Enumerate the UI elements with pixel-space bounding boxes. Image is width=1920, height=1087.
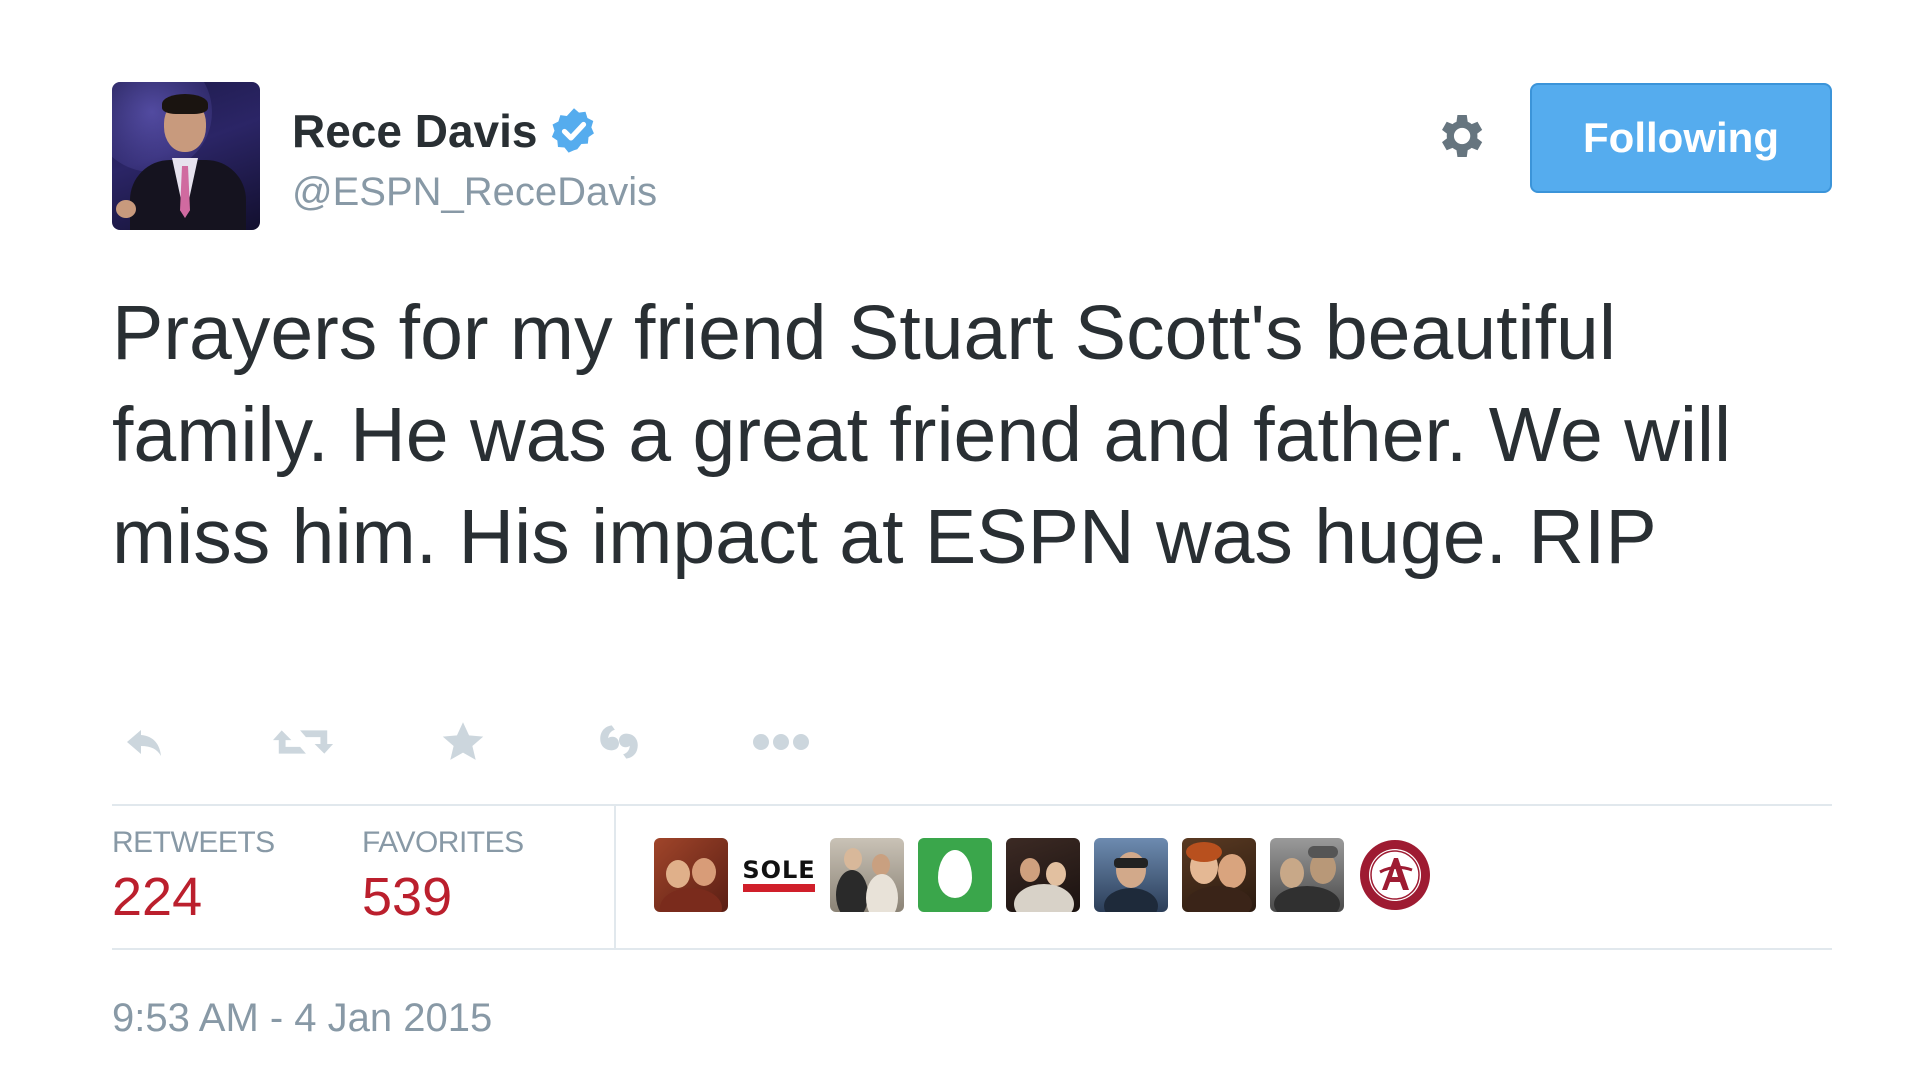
sole-logo-text: SOLE — [742, 856, 816, 884]
user-handle[interactable]: @ESPN_ReceDavis — [292, 170, 657, 215]
retweet-icon[interactable] — [270, 712, 336, 772]
egg-icon — [938, 850, 972, 898]
favoriter-avatar[interactable] — [1270, 838, 1344, 912]
stats-divider-bottom — [112, 948, 1832, 950]
favorites-label[interactable]: FAVORITES — [362, 826, 524, 860]
retweets-count[interactable]: 224 — [112, 866, 202, 928]
avatar-hand — [116, 200, 136, 218]
favoriter-avatar[interactable] — [830, 838, 904, 912]
verified-badge-icon — [548, 105, 600, 157]
retweets-label[interactable]: RETWEETS — [112, 826, 275, 860]
display-name-text[interactable]: Rece Davis — [292, 104, 538, 158]
profile-avatar[interactable] — [112, 82, 260, 230]
favorites-count[interactable]: 539 — [362, 866, 452, 928]
favoriter-avatar-default-egg[interactable] — [918, 838, 992, 912]
favoriter-avatar[interactable] — [1094, 838, 1168, 912]
alabama-a-icon — [1360, 840, 1430, 910]
favoriter-avatar-sole-logo[interactable]: SOLE — [742, 838, 816, 912]
gear-icon[interactable] — [1432, 108, 1488, 164]
stats-separator — [614, 806, 616, 948]
stats-divider-top — [112, 804, 1832, 806]
avatar-hair — [162, 94, 208, 114]
favoriter-avatar[interactable] — [1182, 838, 1256, 912]
favorite-star-icon[interactable] — [430, 712, 496, 772]
more-icon[interactable] — [748, 712, 814, 772]
favoriter-avatar[interactable] — [654, 838, 728, 912]
embed-icon[interactable] — [586, 712, 652, 772]
following-button[interactable]: Following — [1530, 83, 1832, 193]
tweet-text: Prayers for my friend Stuart Scott's bea… — [112, 290, 1732, 580]
favoriter-avatar-alabama-logo[interactable] — [1358, 838, 1432, 912]
tweet-timestamp[interactable]: 9:53 AM - 4 Jan 2015 — [112, 996, 492, 1041]
favoriter-avatar[interactable] — [1006, 838, 1080, 912]
reply-icon[interactable] — [112, 712, 178, 772]
tweet-card: Rece Davis @ESPN_ReceDavis Following Pra… — [0, 0, 1920, 1087]
sole-logo-bar — [743, 884, 815, 892]
display-name[interactable]: Rece Davis — [292, 104, 600, 158]
